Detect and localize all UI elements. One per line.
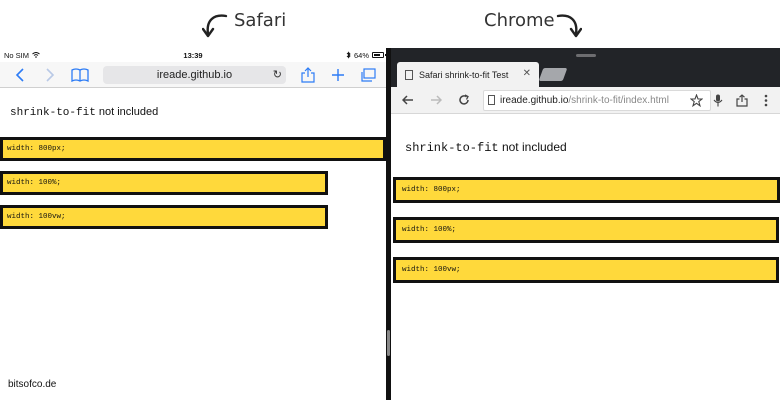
- microphone-icon[interactable]: [709, 91, 727, 109]
- safari-caption: Safari: [234, 10, 287, 31]
- curved-arrow-icon: [202, 14, 228, 38]
- curved-arrow-icon: [556, 14, 582, 38]
- star-icon[interactable]: [687, 91, 705, 109]
- width-100vw-box: width: 100vw;: [0, 205, 328, 229]
- share-icon[interactable]: [298, 65, 318, 85]
- back-icon[interactable]: [10, 65, 30, 85]
- safari-window: No SIM 13:39 64% ireade.github.io ↻ shri…: [0, 48, 388, 400]
- chrome-toolbar: ireade.github.io/shrink-to-fit/index.htm…: [391, 87, 780, 114]
- url-path: /shrink-to-fit/index.html: [568, 95, 669, 106]
- width-100-percent-box: width: 100%;: [393, 217, 779, 243]
- width-800px-box: width: 800px;: [393, 177, 780, 203]
- url-host: ireade.github.io: [500, 95, 569, 106]
- back-arrow-icon[interactable]: [399, 91, 417, 109]
- battery-icon: [372, 52, 386, 58]
- menu-icon[interactable]: [757, 91, 775, 109]
- battery-percent: 64%: [353, 50, 369, 60]
- wifi-icon: [32, 52, 40, 58]
- tabs-overview-icon[interactable]: [358, 65, 378, 85]
- new-tab-button[interactable]: [538, 68, 568, 81]
- status-time: 13:39: [183, 50, 203, 60]
- close-icon[interactable]: ✕: [523, 68, 531, 79]
- address-text: ireade.github.io: [156, 69, 233, 81]
- chrome-caption: Chrome: [484, 10, 555, 31]
- page-heading: shrink-to-fit not included: [405, 140, 567, 155]
- bookmarks-icon[interactable]: [70, 65, 90, 85]
- chrome-tabstrip: Safari shrink-to-fit Test ✕: [391, 48, 780, 87]
- safari-toolbar: ireade.github.io ↻: [0, 62, 388, 88]
- width-100vw-box: width: 100vw;: [393, 257, 779, 283]
- chrome-omnibox[interactable]: ireade.github.io/shrink-to-fit/index.htm…: [483, 90, 711, 111]
- page-icon: [405, 69, 413, 80]
- chrome-tab-active[interactable]: Safari shrink-to-fit Test ✕: [397, 62, 539, 87]
- ios-status-bar: No SIM 13:39 64%: [0, 48, 388, 62]
- reload-icon[interactable]: [455, 91, 473, 109]
- split-view-handle[interactable]: [387, 330, 390, 356]
- new-tab-icon[interactable]: [328, 65, 348, 85]
- forward-arrow-icon[interactable]: [427, 91, 445, 109]
- reload-icon[interactable]: ↻: [273, 68, 282, 81]
- carrier-label: No SIM: [4, 50, 30, 60]
- bluetooth-icon: [346, 51, 351, 59]
- safari-address-bar[interactable]: ireade.github.io ↻: [103, 66, 286, 84]
- page-icon: [488, 95, 495, 105]
- width-800px-box: width: 800px;: [0, 137, 386, 161]
- width-100-percent-box: width: 100%;: [0, 171, 328, 195]
- tab-title: Safari shrink-to-fit Test: [419, 69, 509, 80]
- window-drag-handle[interactable]: [576, 54, 596, 57]
- share-icon[interactable]: [733, 91, 751, 109]
- footer-credit: bitsofco.de: [8, 379, 57, 390]
- page-heading: shrink-to-fit not included: [10, 106, 159, 119]
- forward-icon[interactable]: [40, 65, 60, 85]
- chrome-window: Safari shrink-to-fit Test ✕ ireade.githu…: [391, 48, 780, 400]
